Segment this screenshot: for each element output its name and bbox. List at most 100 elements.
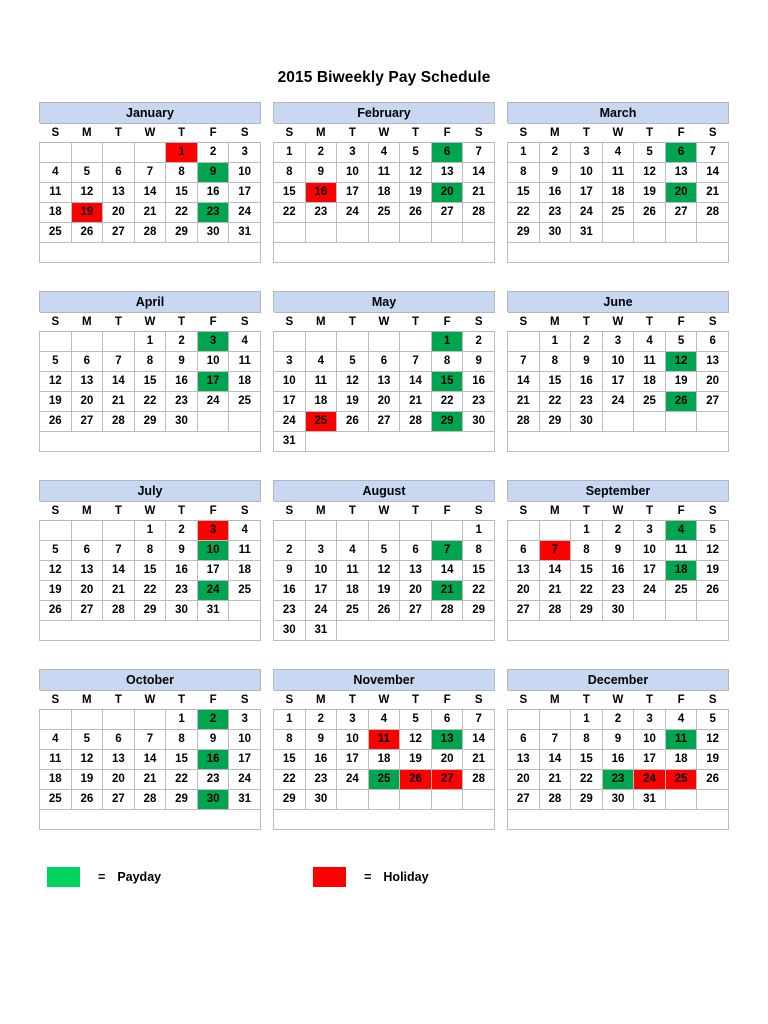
- day-cell-normal: 8: [430, 350, 464, 372]
- day-cell-holiday: 25: [304, 410, 338, 432]
- month-block-may: May S M T W T F S 1 2 3 4 5 6 7 8 9 10 11 12 13 14 15 16 17 18 19 2…: [273, 290, 496, 452]
- week-row: 20 21 22 23 24 25 26: [507, 579, 729, 601]
- month-title: January: [39, 101, 261, 123]
- weekday-header-0: S: [507, 122, 540, 143]
- week-row: 22 23 24 25 26 27 28: [273, 201, 495, 223]
- day-cell-empty: [39, 708, 72, 730]
- day-cell-empty: [664, 410, 698, 432]
- week-row: 11 12 13 14 15 16 17: [39, 181, 261, 203]
- day-cell-normal: 31: [228, 221, 261, 243]
- weekday-header-1: M: [305, 500, 337, 521]
- day-cell-normal: 1: [538, 330, 572, 352]
- weekday-header-4: T: [165, 122, 198, 143]
- day-cell-normal: 13: [70, 370, 104, 392]
- day-cell-normal: 13: [367, 370, 401, 392]
- legend-entry-payday: = Payday: [47, 866, 162, 887]
- day-cell-empty: [633, 599, 666, 621]
- day-cell-normal: 28: [462, 201, 495, 223]
- day-cell-empty: [399, 519, 432, 541]
- day-cell-empty: [336, 519, 369, 541]
- day-cell-normal: 8: [133, 539, 167, 561]
- day-cell-normal: 22: [165, 768, 198, 790]
- month-block-october: October S M T W T F S 1 2 3 4 5 6 7 8 9 10 11 12 13 14 15 16 17 1…: [39, 668, 261, 830]
- day-cell-normal: 27: [70, 599, 104, 621]
- day-cell-normal: 24: [336, 768, 369, 790]
- spacer-cell: [507, 808, 729, 830]
- day-cell-payday: 6: [430, 141, 464, 163]
- weekday-header-3: W: [368, 311, 400, 332]
- spacer-cell: [273, 808, 495, 830]
- day-cell-normal: 11: [633, 350, 666, 372]
- day-cell-normal: 14: [462, 161, 495, 183]
- day-cell-normal: 9: [601, 539, 635, 561]
- day-cell-normal: 24: [228, 768, 261, 790]
- weekday-header-6: S: [228, 122, 261, 143]
- day-cell-empty: [39, 519, 72, 541]
- day-cell-normal: 12: [633, 161, 666, 183]
- day-cell-empty: [228, 410, 261, 432]
- day-cell-normal: 30: [601, 788, 635, 810]
- day-cell-normal: 30: [196, 221, 230, 243]
- weekday-header-6: S: [462, 500, 495, 521]
- weekday-header-row: SMTWTFS: [507, 689, 729, 710]
- weekday-header-6: S: [462, 122, 495, 143]
- day-cell-normal: 11: [228, 350, 261, 372]
- day-cell-normal: 18: [367, 748, 401, 770]
- day-cell-payday: 25: [367, 768, 401, 790]
- day-cell-normal: 21: [462, 181, 495, 203]
- spacer-cell: [507, 619, 729, 641]
- day-cell-normal: 26: [39, 410, 72, 432]
- spacer-cell: [39, 241, 261, 263]
- month-block-november: November S M T W T F S 1 2 3 4 5 6 7 8 9 10 11 12 13 14 15 16 17…: [273, 668, 495, 830]
- day-cell-normal: 19: [70, 768, 104, 790]
- day-cell-normal: 12: [696, 539, 729, 561]
- day-cell-normal: 4: [228, 519, 261, 541]
- day-cell-normal: 21: [462, 748, 495, 770]
- week-row: 1234567: [273, 141, 495, 163]
- day-cell-normal: 25: [39, 788, 72, 810]
- week-row: 30 31: [273, 619, 495, 641]
- day-cell-normal: 30: [273, 619, 306, 641]
- weekday-header-6: S: [696, 311, 729, 332]
- weekday-header-row: SMTWTFS: [273, 122, 495, 143]
- day-cell-normal: 10: [304, 559, 338, 581]
- legend-label-payday: Payday: [117, 869, 162, 884]
- day-cell-normal: 12: [399, 161, 432, 183]
- day-cell-normal: 4: [367, 708, 401, 730]
- spacer-row: [507, 808, 729, 830]
- day-cell-normal: 13: [70, 559, 104, 581]
- day-cell-normal: 14: [507, 370, 540, 392]
- day-cell-normal: 7: [133, 161, 167, 183]
- day-cell-normal: 17: [273, 390, 306, 412]
- legend: = Payday = Holiday: [39, 864, 729, 890]
- day-cell-normal: 7: [399, 350, 432, 372]
- day-cell-normal: 29: [570, 599, 603, 621]
- holiday-color-swatch: [313, 866, 347, 887]
- weekday-header-2: T: [336, 311, 369, 332]
- day-cell-normal: 18: [39, 768, 72, 790]
- day-cell-normal: 24: [601, 390, 635, 412]
- week-row: 29 30: [273, 788, 495, 810]
- day-cell-empty: [336, 221, 369, 243]
- week-row: 8 9 10 11 12 13 14: [507, 161, 729, 183]
- day-cell-normal: 16: [273, 579, 306, 601]
- day-cell-normal: 30: [570, 410, 603, 432]
- day-cell-empty: [696, 221, 729, 243]
- day-cell-empty: [664, 221, 698, 243]
- day-cell-normal: 27: [70, 410, 104, 432]
- legend-entry-holiday: = Holiday: [313, 866, 429, 887]
- spacer-row: [507, 241, 729, 263]
- day-cell-normal: 11: [39, 748, 72, 770]
- day-cell-normal: 26: [70, 221, 104, 243]
- day-cell-empty: [696, 410, 729, 432]
- day-cell-normal: 11: [228, 539, 261, 561]
- week-row: 18 19 20 21 22 23 24: [39, 768, 261, 790]
- weekday-header-4: T: [633, 500, 666, 521]
- day-cell-empty: [507, 708, 540, 730]
- weekday-header-4: T: [633, 311, 666, 332]
- week-row: 2345678: [273, 539, 495, 561]
- day-cell-normal: 25: [367, 201, 401, 223]
- month-title: May: [273, 290, 495, 312]
- day-cell-normal: 11: [304, 370, 338, 392]
- day-cell-normal: 2: [462, 330, 495, 352]
